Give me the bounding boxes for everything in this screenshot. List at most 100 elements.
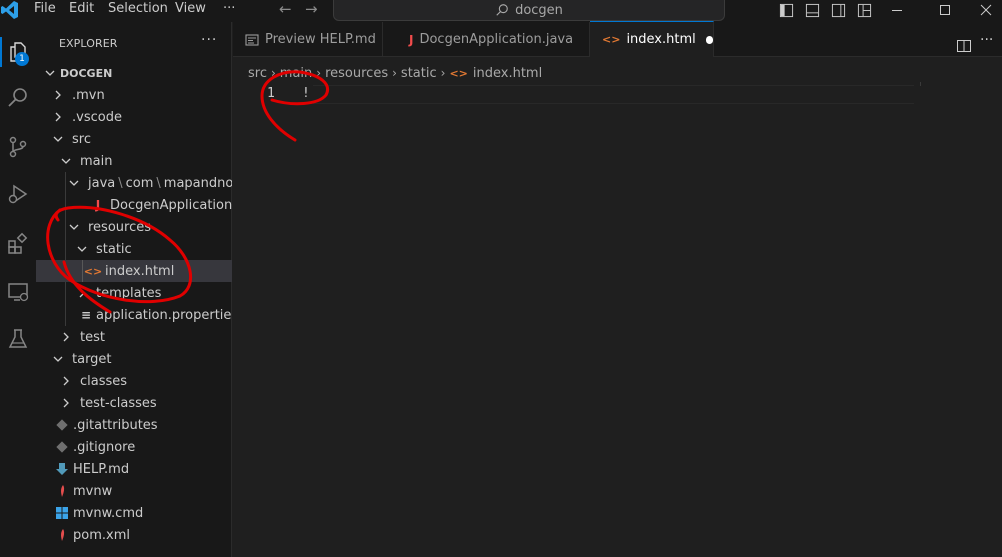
- tree-item-folder[interactable]: java \ com \ mapandnot...: [36, 172, 232, 194]
- tree-item-file[interactable]: .gitattributes: [36, 414, 232, 436]
- toggle-panel-icon[interactable]: [805, 3, 820, 18]
- close-icon: [980, 4, 992, 16]
- chevron-right-icon: [63, 376, 69, 386]
- explorer-more-actions[interactable]: ···: [201, 32, 217, 48]
- maximize-button[interactable]: [925, 0, 965, 20]
- tree-item-label: .gitattributes: [73, 417, 158, 433]
- editor-tabs: Preview HELP.md J DocgenApplication.java…: [233, 21, 1002, 57]
- tree-item-file[interactable]: mvnw.cmd: [36, 502, 232, 524]
- current-line-highlight: [313, 85, 914, 104]
- tree-item-label: mvnw: [73, 483, 113, 499]
- minimize-button[interactable]: [877, 0, 917, 20]
- code-line[interactable]: !: [302, 86, 310, 101]
- chevron-right-icon: ›: [316, 66, 322, 80]
- maven-file-icon: [61, 529, 65, 541]
- tree-item-folder[interactable]: target: [36, 348, 232, 370]
- tree-item-folder[interactable]: .vscode: [36, 106, 232, 128]
- tab-index-html[interactable]: <> index.html: [590, 21, 714, 57]
- testing-button[interactable]: [3, 324, 33, 354]
- remote-explorer-icon: [8, 283, 29, 302]
- tree-item-file[interactable]: HELP.md: [36, 458, 232, 480]
- minimap-edge: [920, 82, 921, 86]
- maximize-icon: [940, 5, 950, 15]
- tree-item-label: resources: [88, 219, 152, 235]
- extensions-icon: [8, 232, 28, 254]
- java-file-icon: J: [95, 198, 101, 212]
- tree-item-file[interactable]: .gitignore: [36, 436, 232, 458]
- tree-item-folder[interactable]: main: [36, 150, 232, 172]
- git-file-icon: [56, 419, 68, 431]
- tree-item-label: static: [96, 241, 132, 257]
- tree-item-folder[interactable]: classes: [36, 370, 232, 392]
- path-separator: \: [156, 175, 161, 191]
- chevron-right-icon: ›: [270, 66, 276, 80]
- tree-item-label: .mvn: [72, 87, 105, 103]
- chevron-right-icon: [79, 288, 85, 298]
- back-arrow-icon[interactable]: ←: [279, 0, 292, 18]
- tree-item-label: classes: [80, 373, 128, 389]
- menu-more[interactable]: ···: [223, 1, 235, 16]
- tree-item-label: com: [125, 175, 154, 191]
- markdown-file-icon: [56, 463, 68, 475]
- tree-item-file-selected[interactable]: <> index.html: [36, 260, 232, 282]
- close-window-button[interactable]: [966, 0, 1002, 20]
- code-editor[interactable]: 1 !: [233, 82, 1002, 557]
- path-separator: \: [118, 175, 123, 191]
- breadcrumb-item[interactable]: resources: [325, 66, 388, 81]
- menu-file[interactable]: File: [34, 1, 56, 16]
- menu-view[interactable]: View: [175, 1, 206, 16]
- tree-item-folder[interactable]: src: [36, 128, 232, 150]
- tree-item-label: main: [80, 153, 113, 169]
- tree-item-folder[interactable]: test-classes: [36, 392, 232, 414]
- maven-file-icon: [61, 485, 65, 497]
- html-file-icon: <>: [602, 33, 621, 46]
- toggle-primary-sidebar-icon[interactable]: [779, 3, 794, 18]
- tab-preview-help[interactable]: Preview HELP.md: [233, 22, 383, 57]
- breadcrumb: src › main › resources › static › <> ind…: [248, 64, 542, 82]
- chevron-right-icon: [63, 332, 69, 342]
- breadcrumb-item[interactable]: src: [248, 66, 267, 81]
- tree-item-folder[interactable]: static: [36, 238, 232, 260]
- tree-item-file[interactable]: mvnw: [36, 480, 232, 502]
- tree-item-file[interactable]: J DocgenApplication.ja...: [36, 194, 232, 216]
- tab-label: index.html: [626, 32, 696, 47]
- search-view-button[interactable]: [3, 83, 33, 113]
- breadcrumb-item[interactable]: main: [280, 66, 312, 81]
- tree-item-file[interactable]: ≡ application.properties: [36, 304, 232, 326]
- tree-item-folder[interactable]: resources: [36, 216, 232, 238]
- html-file-icon: <>: [449, 66, 468, 80]
- split-editor-icon[interactable]: [956, 38, 972, 54]
- tree-item-label: application.properties: [96, 307, 232, 323]
- customize-layout-icon[interactable]: [857, 3, 872, 18]
- chevron-down-icon: [45, 70, 55, 76]
- source-control-button[interactable]: [3, 132, 33, 162]
- tree-item-folder[interactable]: templates: [36, 282, 232, 304]
- tree-item-label: pom.xml: [73, 527, 130, 543]
- command-center-search[interactable]: docgen: [333, 0, 725, 21]
- menu-edit[interactable]: Edit: [69, 1, 94, 16]
- breadcrumb-item[interactable]: index.html: [473, 66, 542, 81]
- remote-explorer-button[interactable]: [3, 277, 33, 307]
- chevron-down-icon: [69, 224, 79, 230]
- tree-item-file[interactable]: pom.xml: [36, 524, 232, 546]
- menu-selection[interactable]: Selection: [108, 1, 168, 16]
- toggle-secondary-sidebar-icon[interactable]: [831, 3, 846, 18]
- unsaved-dot-icon[interactable]: [705, 35, 713, 44]
- run-debug-button[interactable]: [3, 179, 33, 209]
- chevron-down-icon: [77, 246, 87, 252]
- explorer-root-folder[interactable]: DOCGEN: [36, 62, 232, 84]
- search-text: docgen: [515, 2, 563, 18]
- chevron-down-icon: [53, 356, 63, 362]
- chevron-right-icon: [63, 398, 69, 408]
- tab-label: DocgenApplication.java: [419, 32, 574, 47]
- tree-item-folder[interactable]: test: [36, 326, 232, 348]
- breadcrumb-item[interactable]: static: [401, 66, 437, 81]
- forward-arrow-icon[interactable]: →: [305, 0, 318, 18]
- explorer-badge: 1: [15, 52, 29, 66]
- minimize-icon: [892, 10, 902, 11]
- tree-item-label: HELP.md: [73, 461, 130, 477]
- editor-more-actions[interactable]: ···: [980, 32, 993, 48]
- tree-item-folder[interactable]: .mvn: [36, 84, 232, 106]
- extensions-button[interactable]: [3, 229, 33, 259]
- tab-docgen-application[interactable]: J DocgenApplication.java: [383, 22, 590, 57]
